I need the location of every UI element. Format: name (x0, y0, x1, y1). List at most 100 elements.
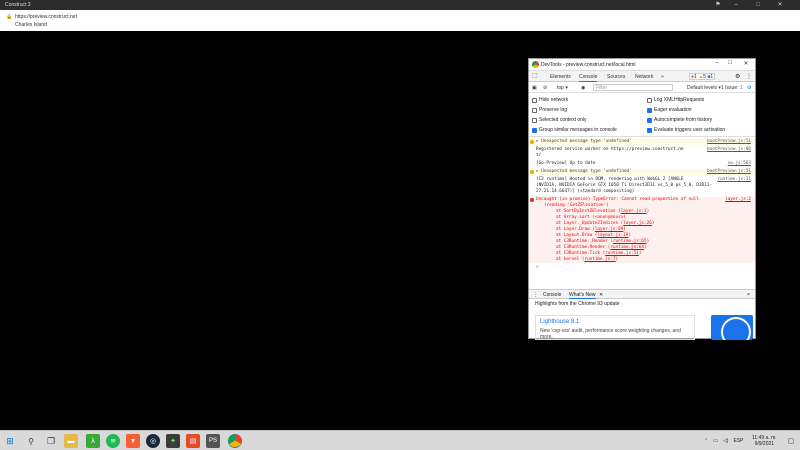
maximize-button[interactable]: □ (752, 1, 764, 9)
card-title[interactable]: Lighthouse 8.1 (540, 319, 579, 325)
count-badges[interactable]: ●1 ▲5 ■1 (689, 73, 716, 80)
app-icon[interactable]: λ (86, 434, 100, 448)
drawer-tabs: ⋮ Console What's New ✕ × (529, 289, 755, 299)
console-warning[interactable]: ▸ Unexpected message type 'undefined' bo… (529, 139, 755, 146)
source-link[interactable]: bootPreview.js:51 (707, 139, 751, 145)
lock-icon: 🔒 (6, 14, 13, 20)
maximize-button[interactable]: □ (725, 60, 735, 66)
close-drawer-icon[interactable]: × (747, 292, 750, 298)
chrome-icon[interactable] (228, 434, 242, 448)
devtools-title-bar: DevTools - preview.construct.net/local.h… (529, 59, 755, 71)
option-autocomplete[interactable]: Autocomplete from history (647, 117, 712, 123)
filter-input[interactable]: Filter (593, 84, 673, 91)
console-toolbar: ▣ ⊘ top ▾ ◉ Filter Default levels ▾ 1 Is… (529, 83, 755, 93)
checkbox[interactable] (647, 107, 652, 113)
whats-new-card[interactable]: Lighthouse 8.1 New 'csp-xss' audit, perf… (535, 315, 695, 340)
stack-link[interactable]: runtime.js:51 (605, 251, 639, 256)
console-settings-icon[interactable]: ⚙ (747, 85, 751, 91)
source-link[interactable]: bootPreview.js:51 (707, 169, 751, 175)
app-icon[interactable]: ▤ (186, 434, 200, 448)
issues-count: 1 (739, 85, 743, 91)
taskbar: ⊞ ⚲ ❐ ▬ λ ≋ ▼ ◎ ✦ ▤ PS ⌃ ▭ ◁) ESP 11:49 … (0, 430, 800, 450)
console-log: [C3 runtime] Hosted in DOM, rendering wi… (529, 177, 755, 196)
source-link[interactable]: sw.js:563 (728, 161, 751, 167)
eye-icon[interactable]: ◉ (581, 85, 585, 91)
inspect-icon[interactable]: ⬚ (532, 72, 538, 79)
kebab-menu-icon[interactable]: ⋮ (746, 73, 752, 80)
checkbox[interactable] (532, 127, 537, 133)
source-link[interactable]: runtime.js:21 (717, 177, 751, 183)
message-text: ▸ Unexpected message type 'undefined' (536, 139, 632, 144)
stack-link[interactable]: layout.js:19 (597, 233, 628, 238)
gear-icon[interactable]: ⚙ (735, 73, 740, 80)
option-eager-eval[interactable]: Eager evaluation (647, 107, 692, 113)
stack-link[interactable]: runtime.js:64 (610, 245, 644, 250)
prompt-caret: > (536, 265, 539, 270)
drawer-tab-console[interactable]: Console (543, 292, 561, 298)
notifications-icon[interactable]: ▢ (784, 434, 798, 448)
console-prompt[interactable]: > (529, 265, 755, 272)
brave-icon[interactable]: ▼ (126, 434, 140, 448)
option-preserve-log[interactable]: Preserve log (532, 107, 567, 113)
console-error[interactable]: Uncaught (in promise) TypeError: Cannot … (529, 197, 755, 263)
more-tabs-icon[interactable]: » (661, 74, 664, 80)
drawer-menu-icon[interactable]: ⋮ (533, 292, 538, 298)
source-link[interactable]: layer.js:2 (725, 197, 751, 203)
checkbox[interactable] (532, 117, 537, 123)
task-view-icon[interactable]: ❐ (44, 434, 58, 448)
checkbox[interactable] (647, 97, 652, 103)
clock[interactable]: 11:49 a. m. 9/9/2021 (752, 435, 777, 447)
option-user-activation[interactable]: Evaluate triggers user activation (647, 127, 725, 133)
search-icon[interactable]: ⚲ (24, 434, 38, 448)
issues-button[interactable]: 1 Issue: 1 (721, 85, 743, 91)
option-selected-context[interactable]: Selected context only (532, 117, 587, 123)
minimize-button[interactable]: – (730, 1, 742, 9)
close-button[interactable]: ✕ (774, 1, 786, 9)
volume-icon[interactable]: ◁) (723, 438, 729, 444)
chevron-up-icon[interactable]: ⌃ (704, 438, 708, 444)
checkbox[interactable] (647, 127, 652, 133)
clear-console-icon[interactable]: ⊘ (543, 85, 547, 91)
page-url[interactable]: https://preview.construct.net (15, 14, 77, 20)
network-icon[interactable]: ▭ (713, 438, 718, 444)
tab-console[interactable]: Console (579, 74, 598, 82)
app-icon[interactable]: ✦ (166, 434, 180, 448)
message-text: ▸ Unexpected message type 'undefined' (536, 169, 632, 174)
source-link[interactable]: bootPreview.js:80 (707, 147, 751, 153)
checkbox[interactable] (532, 97, 537, 103)
tab-network[interactable]: Network (635, 74, 653, 80)
close-button[interactable]: ✕ (741, 60, 751, 67)
stack-fn: at Layer.Draw (556, 227, 590, 232)
devtools-title: DevTools - preview.construct.net/local.h… (541, 62, 636, 68)
windows-start-icon[interactable]: ⊞ (3, 434, 17, 448)
page-title: Charles Island (15, 22, 47, 28)
minimize-button[interactable]: – (712, 60, 722, 66)
spotify-icon[interactable]: ≋ (106, 434, 120, 448)
tab-elements[interactable]: Elements (550, 74, 571, 80)
file-explorer-icon[interactable]: ▬ (64, 434, 78, 448)
stack-link[interactable]: layer.js:1 (621, 209, 647, 214)
language-indicator[interactable]: ESP (733, 438, 743, 444)
stack-link[interactable]: runtime.js:65 (613, 239, 647, 244)
app-title-bar: Construct 3 ⚑ – □ ✕ (0, 0, 800, 10)
levels-select[interactable]: Default levels ▾ (687, 85, 721, 91)
steam-icon[interactable]: ◎ (146, 434, 160, 448)
drawer-tab-whats-new[interactable]: What's New (569, 292, 596, 299)
close-tab-icon[interactable]: ✕ (599, 292, 603, 298)
stack-link[interactable]: runtime.js:7 (584, 257, 615, 262)
checkbox[interactable] (532, 107, 537, 113)
extensions-icon[interactable]: ⚑ (712, 1, 724, 9)
context-select[interactable]: top ▾ (557, 85, 568, 91)
option-group-similar[interactable]: Group similar messages in console (532, 127, 617, 133)
info-count: 1 (710, 74, 714, 80)
app-icon[interactable]: PS (206, 434, 220, 448)
checkbox[interactable] (647, 117, 652, 123)
stack-location: <anonymous> (594, 215, 624, 220)
option-hide-network[interactable]: Hide network (532, 97, 568, 103)
sidebar-toggle-icon[interactable]: ▣ (532, 85, 537, 91)
stack-link[interactable]: layer.js:26 (623, 221, 651, 226)
console-warning[interactable]: ▸ Unexpected message type 'undefined' bo… (529, 169, 755, 176)
stack-link[interactable]: layer.js:89 (595, 227, 623, 232)
tab-sources[interactable]: Sources (607, 74, 625, 80)
option-log-xhr[interactable]: Log XMLHttpRequests (647, 97, 704, 103)
